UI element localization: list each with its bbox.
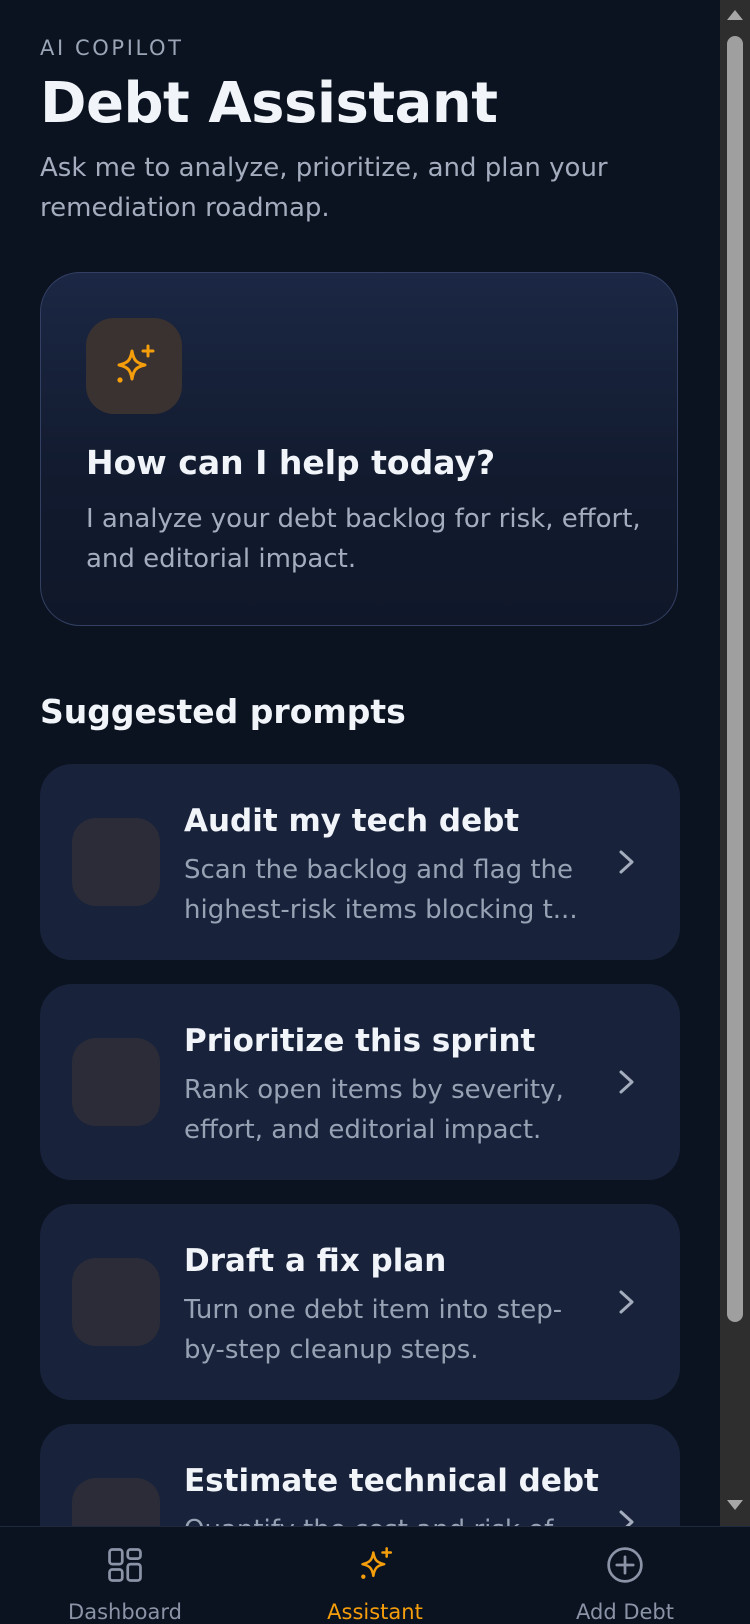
chevron-right-icon xyxy=(619,1290,634,1314)
page-title: Debt Assistant xyxy=(40,71,498,136)
suggested-prompts-heading: Suggested prompts xyxy=(40,692,406,731)
prompt-title: Audit my tech debt xyxy=(184,803,520,839)
tab-dashboard[interactable]: Dashboard xyxy=(25,1527,225,1624)
tab-label: Assistant xyxy=(327,1600,423,1624)
chevron-right-icon xyxy=(619,1510,634,1526)
prompt-description: Turn one debt item into step-by-step cle… xyxy=(184,1295,563,1365)
help-icon-container xyxy=(86,318,182,414)
chevron-right-icon xyxy=(619,850,634,874)
assistant-page: AI COPILOT Debt Assistant Ask me to anal… xyxy=(40,34,680,1526)
prompt-icon xyxy=(72,1258,160,1346)
plus-circle-icon xyxy=(607,1547,643,1583)
scroll-down-arrow-icon[interactable] xyxy=(727,1500,743,1510)
vertical-scrollbar[interactable] xyxy=(720,0,750,1526)
prompt-description: Rank open items by severity, effort, and… xyxy=(184,1075,564,1145)
suggested-prompts-list: Audit my tech debt Scan the backlog and … xyxy=(40,764,680,1526)
prompt-title: Prioritize this sprint xyxy=(184,1023,536,1059)
help-card: How can I help today? I analyze your deb… xyxy=(40,272,678,626)
prompt-card-prioritize[interactable]: Prioritize this sprint Rank open items b… xyxy=(40,984,680,1180)
scrollbar-thumb[interactable] xyxy=(727,36,743,1322)
grid-icon xyxy=(108,1548,142,1582)
prompt-icon xyxy=(72,1478,160,1526)
prompt-icon xyxy=(72,1038,160,1126)
help-card-title: How can I help today? xyxy=(86,443,496,482)
main-scroll-view[interactable]: AI COPILOT Debt Assistant Ask me to anal… xyxy=(0,0,720,1526)
page-subtitle: Ask me to analyze, prioritize, and plan … xyxy=(40,153,608,223)
tab-label: Dashboard xyxy=(68,1600,182,1624)
tab-assistant[interactable]: Assistant xyxy=(275,1527,475,1624)
sparkles-icon xyxy=(361,1547,393,1579)
prompt-icon xyxy=(72,818,160,906)
tab-add-debt[interactable]: Add Debt xyxy=(525,1527,725,1624)
prompt-card-fix-plan[interactable]: Draft a fix plan Turn one debt item into… xyxy=(40,1204,680,1400)
prompt-card-audit[interactable]: Audit my tech debt Scan the backlog and … xyxy=(40,764,680,960)
prompt-title: Draft a fix plan xyxy=(184,1243,447,1279)
scroll-up-arrow-icon[interactable] xyxy=(727,10,743,20)
prompt-description: Quantify the cost and risk of xyxy=(184,1510,584,1526)
prompt-title: Estimate technical debt xyxy=(184,1463,599,1499)
page-eyebrow: AI COPILOT xyxy=(40,36,184,60)
help-card-description: I analyze your debt backlog for risk, ef… xyxy=(86,504,641,574)
prompt-card-estimate[interactable]: Estimate technical debt Quantify the cos… xyxy=(40,1424,680,1526)
bottom-tab-bar: Dashboard Assistant Add Debt xyxy=(0,1526,750,1624)
chevron-right-icon xyxy=(619,1070,634,1094)
tab-label: Add Debt xyxy=(576,1600,674,1624)
prompt-description: Scan the backlog and flag the highest-ri… xyxy=(184,855,578,925)
sparkles-icon xyxy=(117,344,155,383)
